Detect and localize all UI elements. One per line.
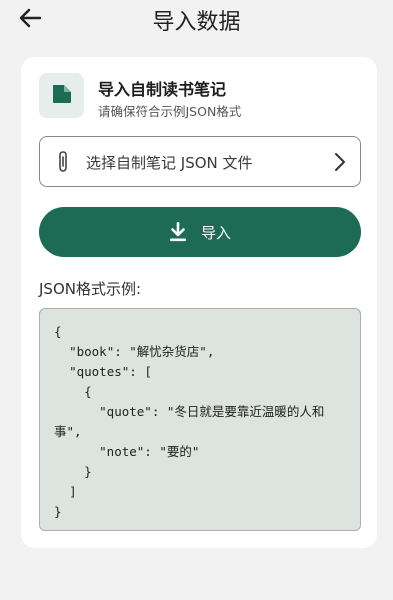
top-app-bar: 导入数据	[0, 0, 393, 40]
example-heading: JSON格式示例:	[39, 280, 142, 298]
page-title: 导入数据	[152, 10, 241, 35]
import-button[interactable]: 导入	[39, 207, 361, 257]
json-example-code: { "book": "解忧杂货店", "quotes": [ { "quote"…	[39, 308, 361, 531]
chevron-right-icon	[334, 152, 346, 176]
info-section: 导入自制读书笔记 请确保符合示例JSON格式	[39, 73, 361, 121]
document-icon	[51, 84, 73, 108]
info-icon-container	[39, 73, 84, 118]
info-subtitle: 请确保符合示例JSON格式	[98, 104, 242, 119]
select-file-button[interactable]: 选择自制笔记 JSON 文件	[39, 136, 361, 187]
import-card: 导入自制读书笔记 请确保符合示例JSON格式 选择自制笔记 JSON 文件 导入…	[21, 57, 377, 548]
info-title: 导入自制读书笔记	[98, 80, 227, 99]
paperclip-icon	[56, 150, 70, 178]
download-icon	[169, 222, 187, 242]
select-file-label: 选择自制笔记 JSON 文件	[86, 154, 253, 172]
import-button-label: 导入	[200, 223, 231, 242]
